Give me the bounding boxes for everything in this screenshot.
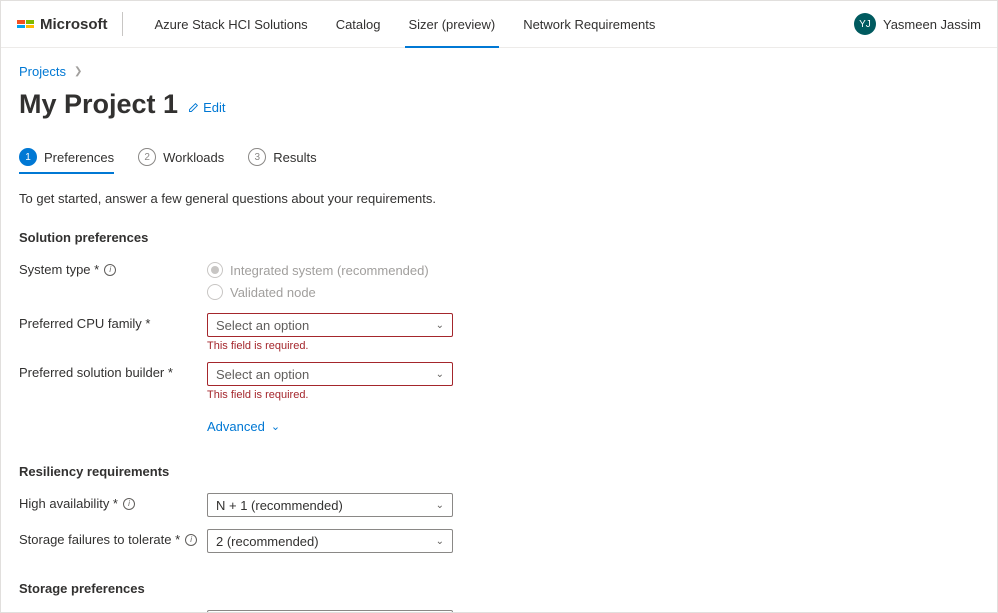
tab-results[interactable]: 3 Results [248,148,316,174]
radio-validated-node [207,284,223,300]
cpu-family-error: This field is required. [207,340,453,352]
radio-validated-label: Validated node [230,285,316,300]
chevron-down-icon: ⌄ [436,320,444,331]
chevron-down-icon: ⌄ [271,420,280,433]
builder-error: This field is required. [207,389,453,401]
storage-type-select[interactable]: Any ⌄ [207,610,453,612]
cpu-family-label: Preferred CPU family * [19,316,150,331]
select-placeholder: Select an option [216,367,309,382]
chevron-down-icon: ⌄ [436,500,444,511]
radio-integrated-label: Integrated system (recommended) [230,263,429,278]
tab-workloads[interactable]: 2 Workloads [138,148,224,174]
step-number: 2 [138,148,156,166]
info-icon[interactable]: i [104,264,116,276]
select-value: 2 (recommended) [216,534,319,549]
step-label: Results [273,150,316,165]
chevron-right-icon: ❯ [74,66,82,77]
breadcrumb: Projects ❯ [19,64,979,79]
microsoft-logo-icon [17,20,34,28]
top-nav: Azure Stack HCI Solutions Catalog Sizer … [141,1,670,48]
section-resiliency-title: Resiliency requirements [19,464,979,479]
step-label: Preferences [44,150,114,165]
chevron-down-icon: ⌄ [436,369,444,380]
cpu-family-select[interactable]: Select an option ⌄ [207,313,453,337]
edit-button[interactable]: Edit [188,100,225,115]
brand-text: Microsoft [40,16,108,33]
info-icon[interactable]: i [123,498,135,510]
avatar[interactable]: YJ [854,13,876,35]
tab-preferences[interactable]: 1 Preferences [19,148,114,174]
step-number: 3 [248,148,266,166]
solution-advanced-toggle[interactable]: Advanced ⌄ [207,419,280,434]
pencil-icon [188,101,200,113]
system-type-label: System type * [19,262,99,277]
section-solution-title: Solution preferences [19,230,979,245]
nav-network[interactable]: Network Requirements [509,1,669,48]
edit-label: Edit [203,100,225,115]
ha-select[interactable]: N + 1 (recommended) ⌄ [207,493,453,517]
nav-catalog[interactable]: Catalog [322,1,395,48]
step-label: Workloads [163,150,224,165]
sft-label: Storage failures to tolerate * [19,532,180,547]
username: Yasmeen Jassim [883,17,981,32]
select-placeholder: Select an option [216,318,309,333]
sft-select[interactable]: 2 (recommended) ⌄ [207,529,453,553]
page-title: My Project 1 [19,89,178,120]
divider [122,12,123,36]
header: Microsoft Azure Stack HCI Solutions Cata… [1,1,997,48]
intro-hint: To get started, answer a few general que… [19,191,979,206]
step-tabs: 1 Preferences 2 Workloads 3 Results [19,148,979,175]
select-value: N + 1 (recommended) [216,498,343,513]
ha-label: High availability * [19,496,118,511]
builder-select[interactable]: Select an option ⌄ [207,362,453,386]
nav-azure-stack[interactable]: Azure Stack HCI Solutions [141,1,322,48]
info-icon[interactable]: i [185,534,197,546]
builder-label: Preferred solution builder * [19,365,173,380]
advanced-label: Advanced [207,419,265,434]
step-number: 1 [19,148,37,166]
content: Projects ❯ My Project 1 Edit 1 Preferenc… [1,48,997,612]
section-storage-title: Storage preferences [19,581,979,596]
radio-integrated-system [207,262,223,278]
chevron-down-icon: ⌄ [436,536,444,547]
nav-sizer[interactable]: Sizer (preview) [395,1,510,48]
main-scroll[interactable]: Microsoft Azure Stack HCI Solutions Cata… [1,1,997,612]
breadcrumb-projects[interactable]: Projects [19,64,66,79]
